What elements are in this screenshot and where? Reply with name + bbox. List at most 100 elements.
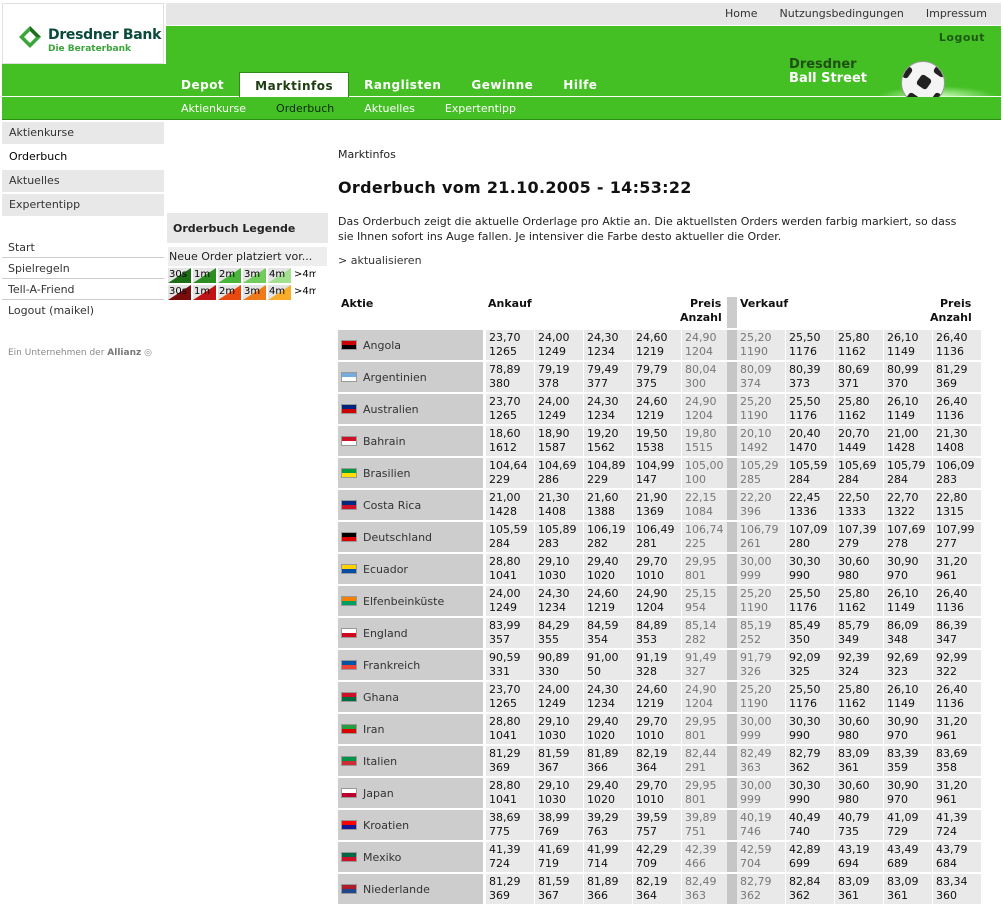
sidebar-item-start[interactable]: Start: [2, 237, 164, 258]
legend-swatch-buy: 30s: [168, 268, 191, 283]
flag-icon: [341, 564, 357, 574]
subnav-aktienkurse[interactable]: Aktienkurse: [166, 102, 261, 115]
buy-order-cell: 81,29 369: [486, 874, 534, 904]
header-anzahl-buy: Anzahl: [680, 311, 722, 324]
buy-order-cell: 24,60 1219: [633, 682, 681, 712]
terms-link[interactable]: Nutzungsbedingungen: [780, 7, 904, 20]
sell-order-cell: 43,19 694: [835, 842, 883, 872]
tab-gewinne[interactable]: Gewinne: [456, 73, 548, 96]
buy-order-cell: 24,30 1234: [584, 330, 632, 360]
sidebar-item-spielregeln[interactable]: Spielregeln: [2, 258, 164, 279]
dresdner-bank-logo[interactable]: Dresdner Bank Die Beraterbank: [2, 3, 164, 64]
sell-order-cell: 22,45 1336: [786, 490, 834, 520]
sell-order-cell: 43,79 684: [933, 842, 981, 872]
brand-line-1: Dresdner: [789, 57, 857, 72]
header-preis-sell: Preis: [940, 297, 972, 310]
sell-order-cell: 26,40 1136: [933, 682, 981, 712]
country-cell[interactable]: Kroatien: [338, 810, 483, 840]
row-separator: [727, 394, 737, 424]
country-cell[interactable]: Japan: [338, 778, 483, 808]
country-cell[interactable]: Argentinien: [338, 362, 483, 392]
sell-order-cell: 41,09 729: [884, 810, 932, 840]
subnav-aktuelles[interactable]: Aktuelles: [349, 102, 430, 115]
tab-marktinfos[interactable]: Marktinfos: [239, 72, 350, 97]
country-cell[interactable]: Mexiko: [338, 842, 483, 872]
sell-order-cell: 80,39 373: [786, 362, 834, 392]
country-cell[interactable]: Angola: [338, 330, 483, 360]
country-cell[interactable]: Iran: [338, 714, 483, 744]
buy-order-cell: 19,80 1515: [682, 426, 730, 456]
sell-order-cell: 26,10 1149: [884, 586, 932, 616]
flag-icon: [341, 820, 357, 830]
sell-order-cell: 25,80 1162: [835, 330, 883, 360]
country-cell[interactable]: Australien: [338, 394, 483, 424]
buy-order-cell: 41,69 719: [535, 842, 583, 872]
sidebar-item-logout[interactable]: Logout (maikel): [2, 300, 164, 321]
flag-icon: [341, 372, 357, 382]
sell-order-cell: 41,39 724: [933, 810, 981, 840]
legend-swatch-buy: 1m: [193, 268, 216, 283]
country-cell[interactable]: Ghana: [338, 682, 483, 712]
buy-order-cell: 29,40 1020: [584, 554, 632, 584]
main-nav: Depot Marktinfos Ranglisten Gewinne Hilf…: [166, 72, 612, 97]
table-row: Ghana 23,70 1265 24,00 1249 24,30 1234 24,60 121…: [338, 682, 981, 714]
tab-hilfe[interactable]: Hilfe: [548, 73, 612, 96]
sell-order-cell: 107,99 277: [933, 522, 981, 552]
buy-order-cell: 82,49 363: [682, 874, 730, 904]
sidebar-item-expertentipp[interactable]: Expertentipp: [2, 194, 164, 216]
header-aktie: Aktie: [341, 297, 374, 310]
table-row: Mexiko 41,39 724 41,69 719 41,99 714 42,29 709 42…: [338, 842, 981, 874]
legend-swatch-sell: 4m: [268, 285, 291, 300]
buy-order-cell: 24,00 1249: [535, 330, 583, 360]
row-separator: [727, 810, 737, 840]
buy-order-cell: 23,70 1265: [486, 394, 534, 424]
country-name: Elfenbeinküste: [363, 594, 445, 608]
sell-order-cell: 83,69 358: [933, 746, 981, 776]
sidebar-item-orderbuch[interactable]: Orderbuch: [2, 146, 164, 168]
buy-order-cell: 80,04 300: [682, 362, 730, 392]
country-name: Australien: [363, 402, 419, 416]
country-cell[interactable]: Brasilien: [338, 458, 483, 488]
country-name: Mexiko: [363, 850, 402, 864]
sell-order-cell: 30,30 990: [786, 714, 834, 744]
sidebar-item-aktienkurse[interactable]: Aktienkurse: [2, 122, 164, 144]
legend-swatch-sell: 3m: [243, 285, 266, 300]
country-name: Kroatien: [363, 818, 410, 832]
tab-ranglisten[interactable]: Ranglisten: [349, 73, 456, 96]
sell-order-cell: 81,29 369: [933, 362, 981, 392]
table-row: Kroatien 38,69 775 38,99 769 39,29 763 39,59 757…: [338, 810, 981, 842]
sell-order-cell: 31,20 961: [933, 778, 981, 808]
legend-swatch-label: 2m: [219, 269, 236, 280]
country-cell[interactable]: Elfenbeinküste: [338, 586, 483, 616]
legend-swatch-sell: >4m: [293, 285, 316, 300]
country-cell[interactable]: Ecuador: [338, 554, 483, 584]
flag-icon: [341, 500, 357, 510]
sell-order-cell: 31,20 961: [933, 714, 981, 744]
country-cell[interactable]: Deutschland: [338, 522, 483, 552]
refresh-link[interactable]: > aktualisieren: [338, 254, 422, 267]
flag-icon: [341, 628, 357, 638]
country-cell[interactable]: England: [338, 618, 483, 648]
buy-order-cell: 81,89 366: [584, 746, 632, 776]
country-name: England: [363, 626, 408, 640]
tab-depot[interactable]: Depot: [166, 73, 239, 96]
sell-order-cell: 26,40 1136: [933, 330, 981, 360]
allianz-logo-icon: ◎: [144, 348, 152, 358]
sidebar-item-tell-a-friend[interactable]: Tell-A-Friend: [2, 279, 164, 300]
logout-link[interactable]: Logout: [939, 31, 985, 44]
country-name: Deutschland: [363, 530, 433, 544]
country-cell[interactable]: Italien: [338, 746, 483, 776]
sell-order-cell: 30,00 999: [737, 778, 785, 808]
buy-order-cell: 106,74 225: [682, 522, 730, 552]
sidebar-item-aktuelles[interactable]: Aktuelles: [2, 170, 164, 192]
imprint-link[interactable]: Impressum: [926, 7, 987, 20]
subnav-orderbuch[interactable]: Orderbuch: [261, 102, 349, 115]
sell-order-cell: 30,30 990: [786, 554, 834, 584]
subnav-expertentipp[interactable]: Expertentipp: [430, 102, 531, 115]
orderbook-legend: Orderbuch Legende Neue Order platziert v…: [167, 213, 328, 302]
country-cell[interactable]: Niederlande: [338, 874, 483, 904]
country-cell[interactable]: Costa Rica: [338, 490, 483, 520]
country-cell[interactable]: Bahrain: [338, 426, 483, 456]
home-link[interactable]: Home: [725, 7, 757, 20]
country-cell[interactable]: Frankreich: [338, 650, 483, 680]
